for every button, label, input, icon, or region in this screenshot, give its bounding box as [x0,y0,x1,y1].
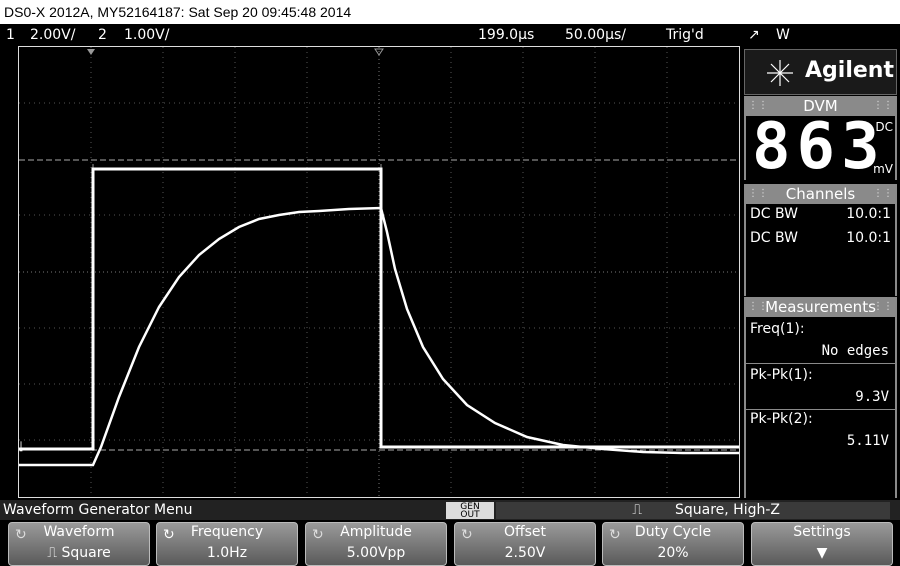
softkey-bar: ↻ Waveform ⎍ Square ↻ Frequency 1.0Hz ↻ … [0,520,900,566]
trigger-position-marker [87,49,95,55]
measurements-header[interactable]: ⋮⋮ Measurements ⋮⋮ [744,297,897,317]
meas-pkpk2-value: 5.11V [846,433,889,449]
trigger-edge-icon: ↗ [748,27,760,43]
meas-freq-label: Freq(1): [750,321,805,337]
ch1-scale[interactable]: 2.00V/ [30,24,75,46]
softkey-waveform[interactable]: ↻ Waveform ⎍ Square [8,522,150,566]
ch1-number[interactable]: 1 [6,24,15,46]
meas-pkpk2-label: Pk-Pk(2): [750,411,813,427]
channel-row-1: DC BW 10.0:1 [750,206,895,222]
measurements-body: Freq(1): No edges Pk-Pk(1): 9.3V Pk-Pk(2… [744,317,897,498]
trigger-state: Trig'd [666,27,704,43]
channels-header[interactable]: ⋮⋮ Channels ⋮⋮ [744,184,897,204]
ch2-scale[interactable]: 1.00V/ [124,24,169,46]
softkey-duty-cycle-value: 20% [657,545,689,561]
channels-body: DC BW 10.0:1 DC BW 10.0:1 [744,204,897,296]
time-delay[interactable]: 199.0µs [478,24,534,46]
ch1-ground-marker: ⏚ [19,440,27,454]
softkey-amplitude-value: 5.00Vpp [346,545,406,561]
menu-title: Waveform Generator Menu [3,502,193,518]
dvm-readout: 863 DC mV [744,110,897,184]
title-text: DS0-X 2012A, MY52164187: Sat Sep 20 09:4… [4,4,352,20]
softkey-waveform-value: ⎍ Square [47,545,111,561]
agilent-logo: Agilent [744,49,897,95]
meas-pkpk1-value: 9.3V [855,389,889,405]
brand-name: Agilent [805,58,894,83]
softkey-amplitude[interactable]: ↻ Amplitude 5.00Vpp [305,522,447,566]
gen-out-line2: OUT [460,510,480,520]
softkey-frequency-value: 1.0Hz [206,545,248,561]
dvm-value: 863 [752,110,886,184]
square-wave-icon: ⎍ [47,545,58,561]
ch2-number[interactable]: 2 [98,24,107,46]
agilent-spark-icon [767,60,793,86]
softkey-settings[interactable]: Settings ▼ [751,522,893,566]
channel-2-coupling: DC BW [750,230,798,246]
measurements-header-label: Measurements [765,298,876,316]
softkey-frequency[interactable]: ↻ Frequency 1.0Hz [156,522,298,566]
softkey-offset-title: Offset [503,524,547,540]
softkey-duty-cycle-title: Duty Cycle [634,524,712,540]
channel-2-rc-trace [19,206,739,467]
time-scale[interactable]: 50.00µs/ [565,24,626,46]
gen-out-indicator: GEN OUT [446,502,494,520]
dvm-coupling: DC [875,120,893,134]
waveform-display[interactable]: ⏚ [18,46,740,498]
softkey-frequency-title: Frequency [190,524,264,540]
wavegen-summary-text: Square, High-Z [674,502,780,518]
trigger-source[interactable]: W [776,24,790,46]
channel-2-probe: 10.0:1 [846,230,891,246]
dvm-unit: mV [873,162,893,176]
meas-pkpk1-label: Pk-Pk(1): [750,367,813,383]
arrow-down-icon: ▼ [816,545,828,561]
softkey-duty-cycle[interactable]: ↻ Duty Cycle 20% [602,522,744,566]
waveform-svg: ⏚ [19,47,739,497]
meas-freq-value: No edges [821,343,889,359]
softkey-offset[interactable]: ↻ Offset 2.50V [454,522,596,566]
softkey-amplitude-title: Amplitude [340,524,412,540]
wavegen-summary: ⎍ Square, High-Z [496,502,890,519]
softkey-waveform-title: Waveform [43,524,115,540]
channel-1-probe: 10.0:1 [846,206,891,222]
status-bar: 1 2.00V/ 2 1.00V/ 199.0µs 50.00µs/ Trig'… [0,24,900,46]
menu-title-bar: Waveform Generator Menu GEN OUT ⎍ Square… [0,500,900,520]
softkey-offset-value: 2.50V [504,545,546,561]
square-wave-icon: ⎍ [632,502,642,518]
title-bar: DS0-X 2012A, MY52164187: Sat Sep 20 09:4… [0,0,900,24]
channel-1-coupling: DC BW [750,206,798,222]
channel-row-2: DC BW 10.0:1 [750,230,895,246]
softkey-settings-title: Settings [793,524,851,540]
right-info-panel: Agilent ⋮⋮ DVM ⋮⋮ 863 DC mV ⋮⋮ Channels … [742,46,900,498]
channels-header-label: Channels [785,185,856,203]
